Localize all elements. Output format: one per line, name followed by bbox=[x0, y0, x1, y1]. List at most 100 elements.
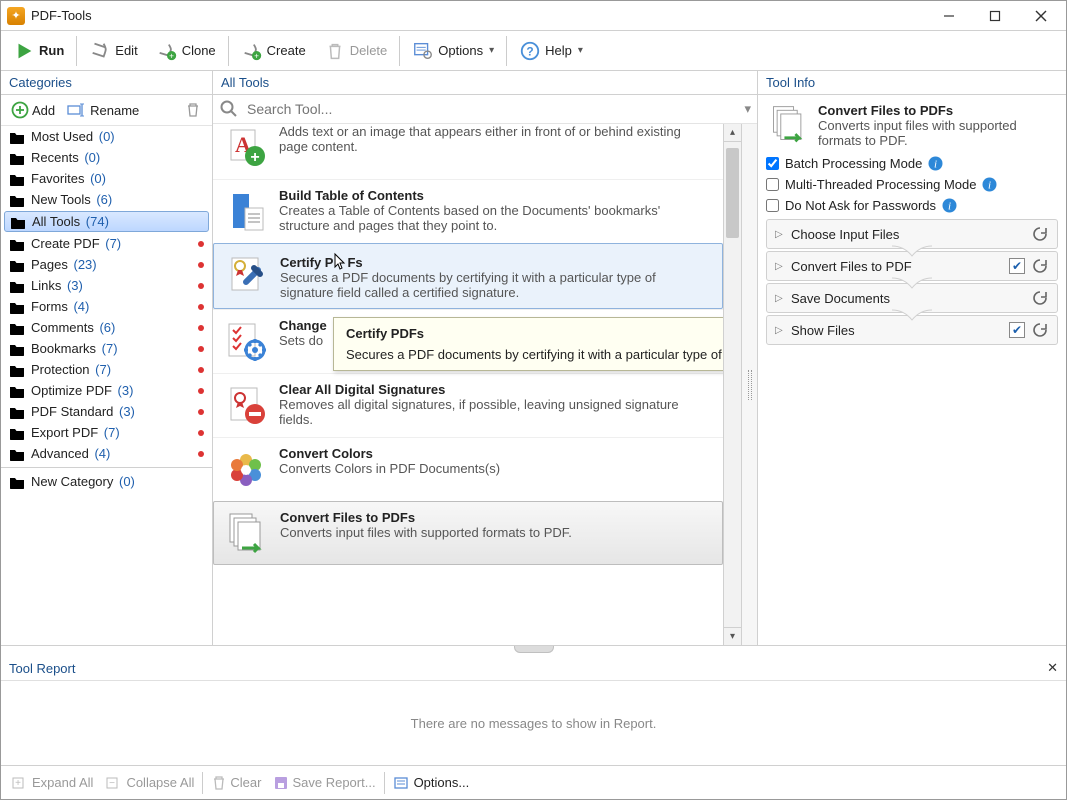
modified-dot-icon bbox=[198, 367, 204, 373]
modified-dot-icon bbox=[198, 430, 204, 436]
category-label: PDF Standard (3) bbox=[31, 404, 135, 419]
delete-category-button[interactable] bbox=[180, 99, 206, 121]
multi-checkbox[interactable] bbox=[766, 178, 779, 191]
refresh-icon[interactable] bbox=[1031, 257, 1049, 275]
run-button[interactable]: Run bbox=[5, 36, 72, 66]
category-item[interactable]: Bookmarks (7) bbox=[1, 338, 212, 359]
step-checkbox[interactable]: ✔ bbox=[1009, 322, 1025, 338]
scroll-track[interactable] bbox=[724, 142, 741, 627]
clear-label: Clear bbox=[230, 775, 261, 790]
collapse-all-button[interactable]: − Collapse All bbox=[101, 773, 198, 793]
options-button[interactable]: Options ▾ bbox=[404, 36, 502, 66]
tool-item[interactable]: Clear All Digital Signatures Removes all… bbox=[213, 373, 723, 437]
step-row[interactable]: ▷ Save Documents bbox=[766, 283, 1058, 313]
tool-scrollbar[interactable]: ▴ ▾ bbox=[723, 124, 741, 645]
category-item[interactable]: New Tools (6) bbox=[1, 189, 212, 210]
category-item[interactable]: Most Used (0) bbox=[1, 126, 212, 147]
tooltip-title: Certify PDFs bbox=[346, 326, 723, 341]
edit-button[interactable]: Edit bbox=[81, 36, 145, 66]
clear-report-button[interactable]: Clear bbox=[207, 773, 265, 793]
category-item[interactable]: Optimize PDF (3) bbox=[1, 380, 212, 401]
chevron-down-icon[interactable]: ▾ bbox=[744, 101, 751, 117]
report-options-label: Options... bbox=[414, 775, 470, 790]
category-label: New Tools (6) bbox=[31, 192, 112, 207]
category-item[interactable]: PDF Standard (3) bbox=[1, 401, 212, 422]
category-item[interactable]: Recents (0) bbox=[1, 147, 212, 168]
collapsed-panel-grip[interactable] bbox=[741, 124, 757, 645]
category-item[interactable]: Pages (23) bbox=[1, 254, 212, 275]
help-button[interactable]: ? Help ▾ bbox=[511, 36, 591, 66]
tool-item[interactable]: Build Table of Contents Creates a Table … bbox=[213, 179, 723, 243]
rename-category-button[interactable]: Rename bbox=[63, 100, 143, 120]
minimize-button[interactable] bbox=[926, 2, 972, 30]
folder-icon bbox=[9, 363, 25, 377]
category-item[interactable]: Export PDF (7) bbox=[1, 422, 212, 443]
category-item[interactable]: Create PDF (7) bbox=[1, 233, 212, 254]
category-label: New Category (0) bbox=[31, 474, 135, 489]
category-item[interactable]: New Category (0) bbox=[1, 471, 212, 492]
main-toolbar: Run Edit + Clone + Create Delete Options… bbox=[1, 31, 1066, 71]
category-label: Protection (7) bbox=[31, 362, 111, 377]
tool-item[interactable]: Convert Colors Converts Colors in PDF Do… bbox=[213, 437, 723, 501]
category-item[interactable]: All Tools (74) bbox=[4, 211, 209, 232]
category-item[interactable]: Links (3) bbox=[1, 275, 212, 296]
ti-title: Convert Files to PDFs bbox=[818, 103, 1056, 118]
close-button[interactable] bbox=[1018, 2, 1064, 30]
maximize-button[interactable] bbox=[972, 2, 1018, 30]
tool-name: Clear All Digital Signatures bbox=[279, 382, 713, 397]
report-close-button[interactable]: ✕ bbox=[1047, 660, 1058, 676]
title-bar: ✦ PDF-Tools bbox=[1, 1, 1066, 31]
refresh-icon[interactable] bbox=[1031, 289, 1049, 307]
add-category-button[interactable]: Add bbox=[7, 99, 59, 121]
step-checkbox[interactable]: ✔ bbox=[1009, 258, 1025, 274]
step-row[interactable]: ▷ Show Files ✔ bbox=[766, 315, 1058, 345]
modified-dot-icon bbox=[198, 346, 204, 352]
create-button[interactable]: + Create bbox=[233, 36, 314, 66]
category-item[interactable]: Advanced (4) bbox=[1, 443, 212, 464]
expand-all-button[interactable]: + Expand All bbox=[7, 773, 97, 793]
multi-thread-row[interactable]: Multi-Threaded Processing Mode bbox=[766, 177, 1058, 192]
splitter-grip[interactable] bbox=[1, 646, 1066, 656]
refresh-icon[interactable] bbox=[1031, 225, 1049, 243]
search-input[interactable] bbox=[245, 100, 738, 118]
refresh-icon[interactable] bbox=[1031, 321, 1049, 339]
modified-dot-icon bbox=[198, 241, 204, 247]
expand-icon[interactable]: ▷ bbox=[775, 229, 785, 240]
category-label: Advanced (4) bbox=[31, 446, 110, 461]
batch-mode-row[interactable]: Batch Processing Mode bbox=[766, 156, 1058, 171]
nopass-row[interactable]: Do Not Ask for Passwords bbox=[766, 198, 1058, 213]
scroll-down-button[interactable]: ▾ bbox=[724, 627, 741, 645]
batch-checkbox[interactable] bbox=[766, 157, 779, 170]
category-item[interactable]: Protection (7) bbox=[1, 359, 212, 380]
info-icon[interactable] bbox=[928, 156, 943, 171]
category-list[interactable]: Most Used (0) Recents (0) Favorites (0) … bbox=[1, 126, 212, 645]
tool-desc: Adds text or an image that appears eithe… bbox=[279, 124, 713, 154]
info-icon[interactable] bbox=[942, 198, 957, 213]
tool-item[interactable]: Convert Files to PDFs Converts input fil… bbox=[213, 501, 723, 565]
category-item[interactable]: Forms (4) bbox=[1, 296, 212, 317]
tool-item[interactable]: A+ Add Watermark Adds text or an image t… bbox=[213, 124, 723, 179]
scroll-thumb[interactable] bbox=[726, 148, 739, 238]
expand-icon[interactable]: ▷ bbox=[775, 261, 785, 272]
delete-button[interactable]: Delete bbox=[316, 36, 396, 66]
save-report-button[interactable]: Save Report... bbox=[269, 773, 379, 793]
nopass-checkbox[interactable] bbox=[766, 199, 779, 212]
step-row[interactable]: ▷ Choose Input Files bbox=[766, 219, 1058, 249]
edit-label: Edit bbox=[115, 43, 137, 58]
tool-item[interactable]: Certify PFs Secures a PDF documents by c… bbox=[213, 243, 723, 309]
expand-icon[interactable]: ▷ bbox=[775, 293, 785, 304]
clone-button[interactable]: + Clone bbox=[148, 36, 224, 66]
modified-dot-icon bbox=[198, 325, 204, 331]
category-item[interactable]: Favorites (0) bbox=[1, 168, 212, 189]
expand-icon[interactable]: ▷ bbox=[775, 325, 785, 336]
category-item[interactable]: Comments (6) bbox=[1, 317, 212, 338]
folder-icon bbox=[9, 342, 25, 356]
tool-list[interactable]: A+ Add Watermark Adds text or an image t… bbox=[213, 124, 723, 645]
report-options-button[interactable]: Options... bbox=[389, 773, 474, 793]
scroll-up-button[interactable]: ▴ bbox=[724, 124, 741, 142]
step-name: Save Documents bbox=[791, 291, 1025, 306]
info-icon[interactable] bbox=[982, 177, 997, 192]
category-label: Most Used (0) bbox=[31, 129, 115, 144]
step-row[interactable]: ▷ Convert Files to PDF ✔ bbox=[766, 251, 1058, 281]
category-label: Optimize PDF (3) bbox=[31, 383, 133, 398]
